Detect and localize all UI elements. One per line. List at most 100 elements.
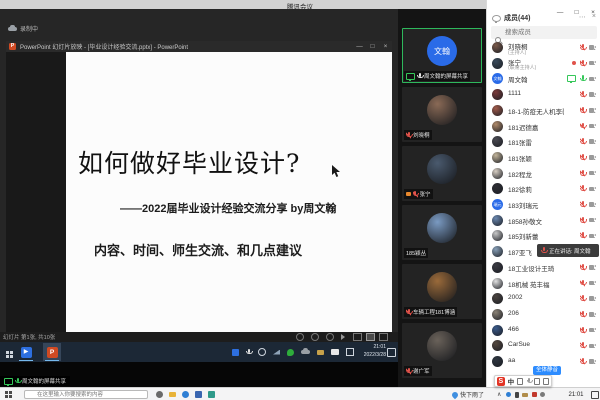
tray-folder-icon[interactable] — [522, 393, 528, 397]
ime-mic-icon[interactable] — [526, 378, 530, 385]
speaker-tray-icon[interactable] — [258, 348, 266, 356]
video-tile[interactable]: 185颖丛 — [402, 205, 482, 260]
member-row[interactable]: 张宁(联席主持人) — [487, 56, 600, 72]
video-tile[interactable]: 文翰周文翰的屏幕共享 — [402, 28, 482, 83]
teal-app-icon[interactable] — [208, 391, 215, 398]
camera-off-icon[interactable] — [589, 45, 596, 50]
camera-off-icon[interactable] — [589, 108, 596, 113]
camera-off-icon[interactable] — [589, 124, 596, 129]
weather-widget[interactable]: 快下雨了 — [452, 390, 484, 399]
tray-sogou-icon[interactable] — [532, 392, 537, 397]
member-row[interactable]: 182程龙 — [487, 166, 600, 182]
minimize-button[interactable]: — — [554, 9, 566, 16]
mic-muted-icon[interactable] — [580, 342, 585, 349]
mic-muted-icon[interactable] — [580, 358, 585, 365]
reader-view-button[interactable] — [379, 333, 388, 341]
windows-search-input[interactable] — [24, 390, 148, 399]
ppt-maximize-button[interactable]: □ — [366, 43, 379, 50]
member-row[interactable]: 文翰周文翰 — [487, 71, 600, 87]
member-row[interactable]: 2002 — [487, 291, 600, 307]
camera-off-icon[interactable] — [589, 92, 596, 97]
camera-off-icon[interactable] — [589, 344, 596, 349]
pen-tools-button[interactable] — [311, 333, 319, 341]
start-button[interactable] — [6, 351, 9, 354]
sogou-logo-icon[interactable]: S — [497, 377, 505, 386]
mic-on-icon[interactable] — [580, 75, 585, 82]
camera-off-icon[interactable] — [589, 359, 596, 364]
viewer-start-button[interactable] — [5, 391, 8, 394]
member-row[interactable]: 1858孙敬文 — [487, 213, 600, 229]
meeting-tray-icon[interactable] — [232, 349, 239, 356]
mute-all-button[interactable]: 全体静音 — [533, 366, 561, 375]
mic-muted-icon[interactable] — [580, 185, 585, 192]
mic-muted-icon[interactable] — [580, 232, 585, 239]
member-row[interactable]: 刘晓桐(主持人) — [487, 40, 600, 56]
folder-tray-icon[interactable] — [317, 350, 324, 355]
member-row[interactable]: 1111 — [487, 87, 600, 103]
camera-off-icon[interactable] — [589, 139, 596, 144]
member-row[interactable]: 18工业设计王琦 — [487, 260, 600, 276]
mic-muted-icon[interactable] — [580, 154, 585, 161]
ime-box-icon[interactable] — [331, 349, 339, 355]
mic-muted-icon[interactable] — [580, 60, 585, 67]
camera-off-icon[interactable] — [589, 218, 596, 223]
tray-gray-icon[interactable] — [540, 392, 545, 397]
mic-muted-icon[interactable] — [580, 295, 585, 302]
mic-muted-icon[interactable] — [580, 170, 585, 177]
ppt-minimize-button[interactable]: — — [353, 43, 366, 50]
viewer-clock[interactable]: 21:01 — [563, 392, 589, 398]
camera-off-icon[interactable] — [589, 61, 596, 66]
member-row[interactable]: 185刘新蕾 — [487, 228, 600, 244]
mic-muted-icon[interactable] — [580, 91, 585, 98]
next-slide-button[interactable] — [326, 333, 334, 341]
mic-tray-icon[interactable] — [246, 349, 251, 356]
taskbar-meeting-app[interactable]: ▶ — [17, 343, 35, 361]
ime-toolbar[interactable]: S 中 — [494, 375, 552, 387]
blue-app-icon[interactable] — [195, 391, 202, 398]
mic-muted-icon[interactable] — [580, 327, 585, 334]
settings-gear-icon[interactable] — [156, 391, 163, 398]
video-tile[interactable]: 谢广军 — [402, 323, 482, 378]
member-row[interactable]: 181迟德嘉 — [487, 119, 600, 135]
tray-blue-icon[interactable] — [506, 392, 511, 397]
camera-off-icon[interactable] — [589, 281, 596, 286]
more-options-icon[interactable]: ⋯ — [579, 13, 586, 21]
member-row[interactable]: 181张雷 — [487, 134, 600, 150]
mic-muted-icon[interactable] — [580, 311, 585, 318]
mic-muted-icon[interactable] — [580, 44, 585, 51]
video-tile[interactable]: 车辆工程181博涵 — [402, 264, 482, 319]
mic-muted-icon[interactable] — [580, 138, 585, 145]
member-row[interactable]: 181张颖 — [487, 150, 600, 166]
network-tray-icon[interactable] — [273, 350, 280, 355]
slideshow-view-button[interactable] — [366, 333, 375, 341]
presenter-clock[interactable]: 21:01 2022/3/28 — [364, 344, 386, 359]
camera-off-icon[interactable] — [589, 234, 596, 239]
ime-toolbox-icon[interactable] — [543, 378, 549, 385]
taskbar-powerpoint-app[interactable]: P — [43, 343, 61, 361]
panel-close-icon[interactable]: × — [592, 13, 596, 21]
camera-off-icon[interactable] — [589, 265, 596, 270]
member-row[interactable]: 182徐莉 — [487, 181, 600, 197]
camera-off-icon[interactable] — [589, 187, 596, 192]
edge-browser-icon[interactable] — [182, 391, 189, 398]
tray-expand-chevron[interactable]: ∧ — [497, 391, 501, 398]
video-tile[interactable]: 刘晓桐 — [402, 87, 482, 142]
mic-muted-icon[interactable] — [580, 280, 585, 287]
viewer-action-center-icon[interactable] — [591, 391, 599, 399]
file-explorer-icon[interactable] — [169, 392, 176, 397]
member-row[interactable]: 18-1-防疫无人机李馨冉 — [487, 103, 600, 119]
camera-off-icon[interactable] — [589, 77, 596, 82]
member-row[interactable]: 466 — [487, 323, 600, 339]
mic-muted-icon[interactable] — [580, 123, 585, 130]
mic-muted-icon[interactable] — [580, 201, 585, 208]
camera-off-icon[interactable] — [589, 171, 596, 176]
member-row[interactable]: CarSue — [487, 338, 600, 354]
mic-muted-icon[interactable] — [580, 107, 585, 114]
prev-slide-button[interactable] — [296, 333, 304, 341]
grid-tray-icon[interactable] — [346, 348, 354, 356]
tray-phone-icon[interactable] — [515, 392, 519, 398]
action-center-icon[interactable] — [387, 348, 396, 357]
ime-pen-icon[interactable] — [517, 378, 523, 385]
mic-muted-icon[interactable] — [580, 264, 585, 271]
normal-view-button[interactable] — [353, 333, 362, 341]
